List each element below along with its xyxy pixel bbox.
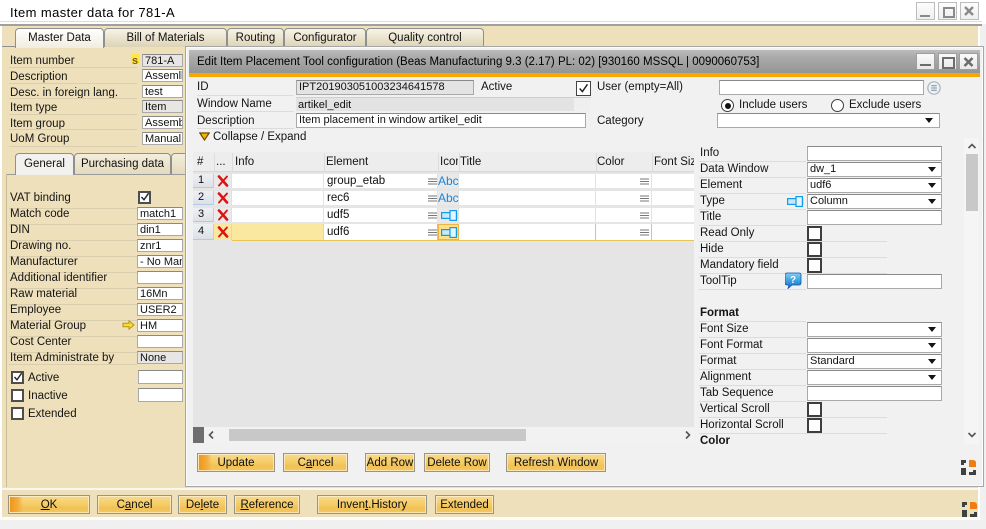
- svg-text:?: ?: [790, 275, 796, 286]
